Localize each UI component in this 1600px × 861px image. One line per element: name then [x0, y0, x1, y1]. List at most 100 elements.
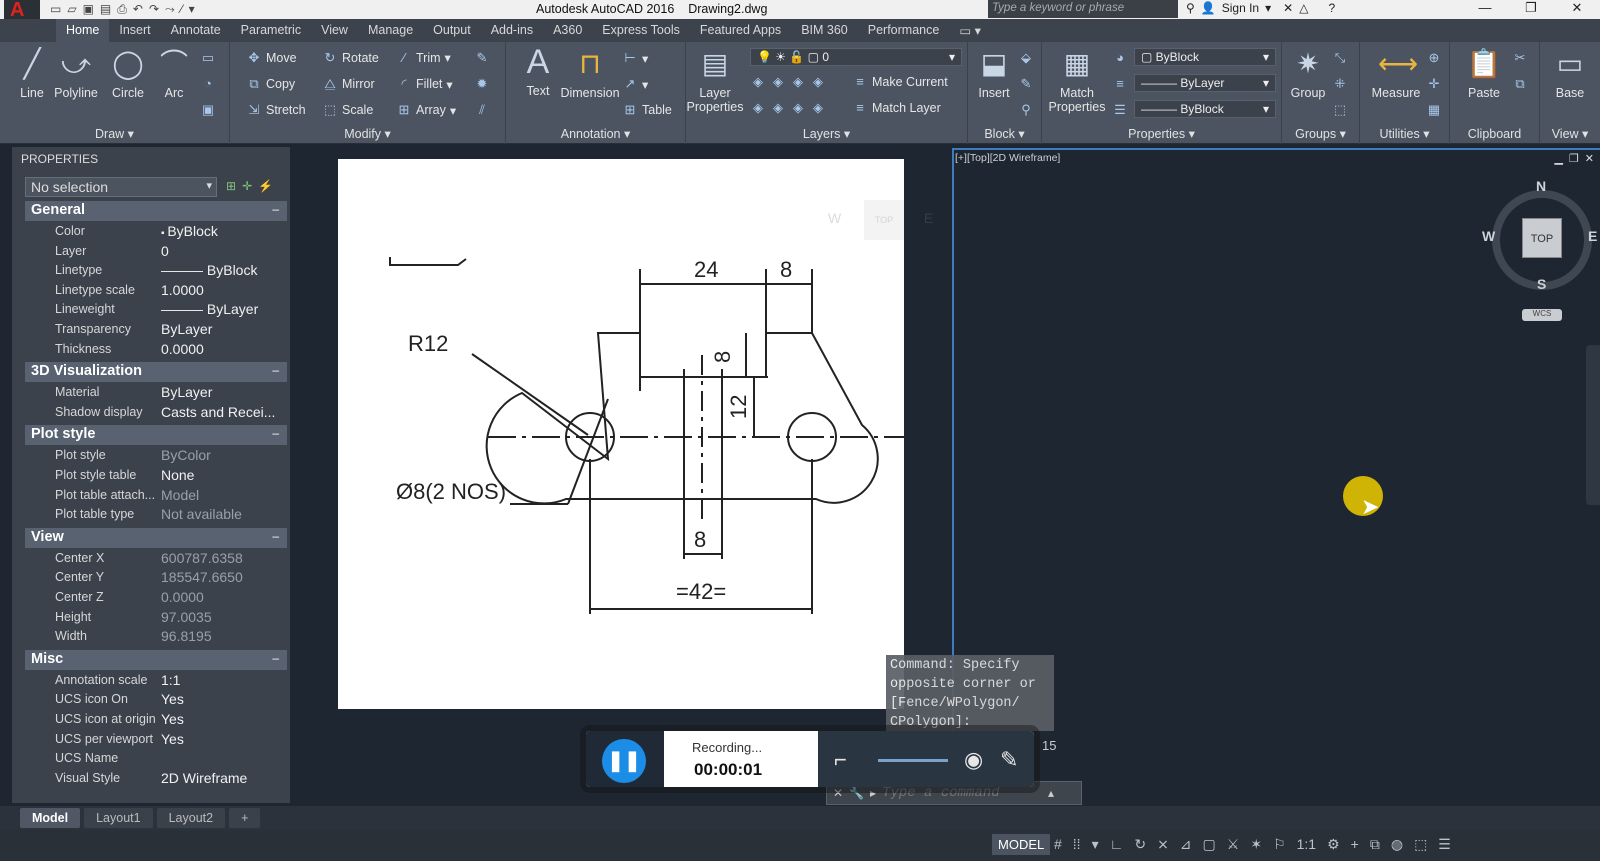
ribbon-tab-insert[interactable]: Insert	[109, 19, 160, 42]
group-edit-button[interactable]: ⁜	[1332, 76, 1348, 92]
property-row[interactable]: Thickness 0.0000	[25, 340, 287, 360]
workspace-icon[interactable]: ⁄	[181, 2, 183, 17]
property-row[interactable]: UCS icon at origin Yes	[25, 710, 287, 730]
compass-e[interactable]: E	[1588, 228, 1597, 244]
property-row[interactable]: UCS Name	[25, 749, 287, 769]
leader-button[interactable]: ↗ ▾	[622, 76, 649, 92]
isodraft-icon[interactable]: ⨯	[1157, 836, 1169, 853]
section-viz3d[interactable]: 3D Visualization –	[25, 362, 287, 383]
groups-panel-title[interactable]: Groups ▾	[1282, 126, 1359, 141]
close-icon[interactable]: ✕	[1554, 0, 1600, 19]
property-row[interactable]: Center Z 0.0000	[25, 588, 287, 608]
circle-button[interactable]: ◯ Circle	[102, 46, 154, 100]
lineweight-dropdown[interactable]: ——— ByBlock ▾	[1134, 100, 1276, 118]
help-search-input[interactable]: Type a keyword or phrase	[988, 0, 1178, 18]
pen-icon[interactable]: ✎	[1000, 747, 1018, 773]
section-general[interactable]: General –	[25, 201, 287, 221]
match-properties-button[interactable]: ▦ Match Properties	[1046, 46, 1108, 114]
property-row[interactable]: Height 97.0035	[25, 608, 287, 628]
ribbon-tab-add-ins[interactable]: Add-ins	[481, 19, 543, 42]
object-snap-tracking-icon[interactable]: ⊿	[1180, 836, 1192, 853]
plus-icon[interactable]: +	[1351, 836, 1359, 853]
ribbon-tab-featured-apps[interactable]: Featured Apps	[690, 19, 791, 42]
clean-screen-icon[interactable]: ⬚	[1414, 836, 1427, 853]
workspace-toggle-icon[interactable]: ▭ ▾	[949, 19, 991, 42]
hatch-button[interactable]: ◔	[200, 76, 216, 91]
trim-button[interactable]: ⁄ Trim ▾	[396, 50, 451, 65]
viewport-close-icon[interactable]: ✕	[1585, 152, 1594, 165]
ungroup-button[interactable]: ⤡	[1332, 50, 1348, 66]
draw-panel-title[interactable]: Draw ▾	[0, 126, 229, 141]
ribbon-tab-bim-360[interactable]: BIM 360	[791, 19, 858, 42]
quick-calc-button[interactable]: ⊕	[1426, 50, 1442, 66]
toggle-pickadd-icon[interactable]: ⊞	[226, 179, 236, 193]
fillet-button[interactable]: ◜ Fillet ▾	[396, 76, 452, 92]
property-row[interactable]: Plot table type Not available	[25, 505, 287, 525]
customization-icon[interactable]: ☰	[1438, 836, 1451, 853]
quick-select-icon[interactable]: ⚡	[258, 179, 273, 193]
base-button[interactable]: ▭ Base	[1544, 46, 1596, 100]
viewport-minimize-icon[interactable]: ▁	[1554, 152, 1562, 165]
stretch-button[interactable]: ⇲ Stretch	[246, 102, 306, 118]
property-row[interactable]: Center X 600787.6358	[25, 549, 287, 569]
measure-button[interactable]: ⟷ Measure	[1366, 46, 1426, 100]
pause-button[interactable]: ❚❚	[602, 739, 646, 783]
layer-tools-row[interactable]: ◈ ◈ ◈ ◈	[750, 74, 826, 90]
chevron-up-icon[interactable]: ▴	[1048, 786, 1054, 800]
annotation-visibility-icon[interactable]: ⚔	[1227, 836, 1240, 853]
cut-button[interactable]: ✂	[1512, 50, 1528, 66]
property-row[interactable]: Linetype ——— ByBlock	[25, 261, 287, 281]
polar-icon[interactable]: ↻	[1134, 836, 1146, 853]
property-row[interactable]: Width 96.8195	[25, 627, 287, 647]
ribbon-tab-annotate[interactable]: Annotate	[161, 19, 231, 42]
viewcube-top-face[interactable]: TOP	[1522, 218, 1562, 258]
scale-button[interactable]: ⬚ Scale	[322, 102, 373, 118]
linetype-dropdown[interactable]: ——— ByLayer ▾	[1134, 74, 1276, 92]
grid-icon[interactable]: #	[1054, 836, 1062, 853]
collapse-icon[interactable]: –	[272, 426, 279, 440]
copy-button[interactable]: ⧉ Copy	[246, 76, 295, 92]
property-row[interactable]: Material ByLayer	[25, 383, 287, 403]
section-plot[interactable]: Plot style –	[25, 425, 287, 446]
viewcube[interactable]: TOP N S W E WCS	[1482, 178, 1597, 321]
compass-n[interactable]: N	[1536, 178, 1546, 194]
print-icon[interactable]: ⎙	[117, 2, 127, 17]
collapse-icon[interactable]: –	[272, 202, 279, 216]
property-row[interactable]: Transparency ByLayer	[25, 320, 287, 340]
command-input[interactable]	[882, 785, 1043, 801]
offset-button[interactable]: ⫽	[474, 102, 490, 118]
section-misc[interactable]: Misc –	[25, 649, 287, 670]
layer-dropdown[interactable]: 💡 ☀ 🔓 ▢ 0 ▾	[750, 48, 962, 66]
property-row[interactable]: Color ▪ ByBlock	[25, 222, 287, 242]
utilities-panel-title[interactable]: Utilities ▾	[1360, 126, 1449, 141]
ortho-icon[interactable]: ∟	[1110, 836, 1124, 853]
exchange-icon[interactable]: ✕	[1283, 1, 1293, 15]
layout-tab-model[interactable]: Model	[20, 808, 81, 828]
binoculars-icon[interactable]: ⚲	[1186, 1, 1195, 15]
collapse-icon[interactable]: –	[272, 363, 279, 377]
ribbon-tab-parametric[interactable]: Parametric	[231, 19, 311, 42]
gear-icon[interactable]: ⚙	[1327, 836, 1340, 853]
sign-in-button[interactable]: Sign In	[1222, 1, 1259, 15]
layer-properties-button[interactable]: ▤ Layer Properties	[686, 46, 744, 114]
microphone-icon[interactable]: ⌐	[834, 747, 847, 773]
viewport-restore-icon[interactable]: ❐	[1569, 152, 1579, 165]
auto-scale-icon[interactable]: ✶	[1250, 836, 1262, 853]
polyline-button[interactable]: ⤻ Polyline	[50, 46, 102, 100]
properties-panel-title[interactable]: Properties ▾	[1042, 126, 1281, 141]
annotation-scale-value[interactable]: 1:1	[1297, 836, 1316, 853]
qat-more-icon[interactable]: ▾	[189, 2, 195, 17]
table-button[interactable]: ⊞ Table	[622, 102, 672, 118]
layer-tools-row-2[interactable]: ◈ ◈ ◈ ◈	[750, 100, 826, 116]
arc-button[interactable]: ⌒ Arc	[148, 46, 200, 100]
selection-dropdown[interactable]: No selection ▾	[25, 177, 217, 197]
match-layer-button[interactable]: ≡ Match Layer	[852, 100, 941, 115]
mirror-button[interactable]: ⧋ Mirror	[322, 76, 374, 92]
linear-dim-button[interactable]: ⊢ ▾	[622, 50, 648, 66]
property-row[interactable]: Linetype scale 1.0000	[25, 281, 287, 301]
undo-icon[interactable]: ↶	[133, 2, 143, 17]
redo-icon[interactable]: ↷	[149, 2, 159, 17]
match-icon[interactable]: ⤳	[165, 2, 175, 17]
ribbon-tab-express-tools[interactable]: Express Tools	[592, 19, 690, 42]
modify-panel-title[interactable]: Modify ▾	[230, 126, 505, 141]
